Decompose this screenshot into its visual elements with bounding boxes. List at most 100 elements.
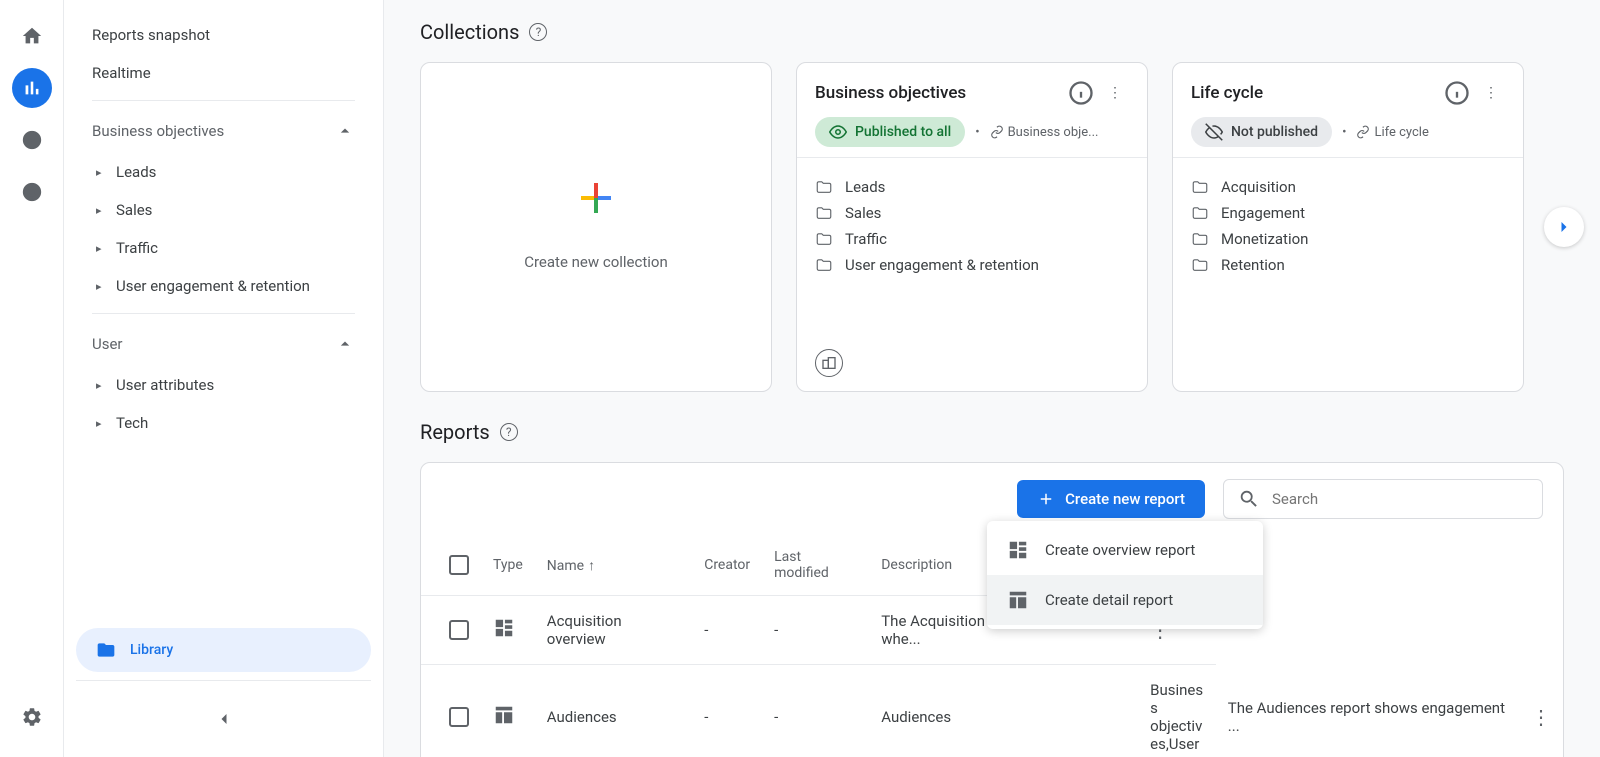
sidebar-group-business-objectives[interactable]: Business objectives (76, 109, 371, 153)
column-type[interactable]: Type (481, 535, 535, 596)
collection-title: Business objectives (815, 83, 966, 103)
explore-icon[interactable] (12, 120, 52, 160)
type-icon-overview (481, 596, 535, 665)
reports-card: Create new report Create overview report… (420, 462, 1564, 757)
link-icon (990, 125, 1004, 139)
more-vert-icon[interactable]: ⋮ (1101, 79, 1129, 107)
create-report-button[interactable]: Create new report (1017, 480, 1205, 518)
folder-item[interactable]: Monetization (1191, 226, 1505, 252)
folder-icon (1191, 230, 1209, 248)
advertising-icon[interactable] (12, 172, 52, 212)
chevron-left-icon (214, 709, 234, 729)
sidebar-item-user-engagement[interactable]: ▸User engagement & retention (76, 267, 371, 305)
dropdown-item-detail[interactable]: Create detail report (987, 575, 1263, 625)
home-icon[interactable] (12, 16, 52, 56)
status-chip-unpublished: Not published (1191, 117, 1332, 147)
cell-creator: - (692, 596, 762, 665)
search-input[interactable] (1272, 490, 1528, 508)
sidebar-group-label: Business objectives (92, 122, 224, 140)
collection-card-life-cycle: Life cycle ⋮ Not published • Life cycle (1172, 62, 1524, 392)
caret-right-icon: ▸ (96, 242, 104, 255)
collapse-sidebar-button[interactable] (76, 697, 371, 741)
eye-icon (829, 123, 847, 141)
chevron-up-icon (335, 121, 355, 141)
sidebar-item-reports-snapshot[interactable]: Reports snapshot (76, 16, 363, 54)
sidebar-group-user[interactable]: User (76, 322, 371, 366)
info-icon[interactable] (1443, 79, 1471, 107)
folder-item[interactable]: Leads (815, 174, 1129, 200)
cell-name: Acquisition overview (535, 596, 692, 665)
column-creator[interactable]: Creator (692, 535, 762, 596)
sidebar-item-sales[interactable]: ▸Sales (76, 191, 371, 229)
help-icon[interactable]: ? (529, 23, 547, 41)
folder-icon (96, 640, 116, 660)
main-content: Collections ? Create new collection Busi… (384, 0, 1600, 757)
create-collection-card[interactable]: Create new collection (420, 62, 772, 392)
folder-item[interactable]: Acquisition (1191, 174, 1505, 200)
plus-icon (1037, 490, 1055, 508)
help-icon[interactable]: ? (500, 423, 518, 441)
row-checkbox[interactable] (449, 707, 469, 727)
table-row[interactable]: Audiences - - Audiences Business objecti… (421, 665, 1563, 757)
sidebar-item-traffic[interactable]: ▸Traffic (76, 229, 371, 267)
sidebar-item-tech[interactable]: ▸Tech (76, 404, 371, 442)
collection-card-business-objectives: Business objectives ⋮ Published to all •… (796, 62, 1148, 392)
cell-template: Audiences (869, 665, 1138, 757)
collections-row: Create new collection Business objective… (420, 62, 1564, 392)
reports-title: Reports ? (420, 420, 1564, 444)
sidebar-item-leads[interactable]: ▸Leads (76, 153, 371, 191)
divider (92, 313, 355, 314)
folder-item[interactable]: User engagement & retention (815, 252, 1129, 278)
divider (76, 680, 371, 681)
folder-item[interactable]: Traffic (815, 226, 1129, 252)
folder-item[interactable]: Retention (1191, 252, 1505, 278)
detail-icon (1007, 589, 1029, 611)
reports-toolbar: Create new report Create overview report… (421, 463, 1563, 535)
column-last-modified[interactable]: Last modified (762, 535, 869, 596)
sidebar-item-user-attributes[interactable]: ▸User attributes (76, 366, 371, 404)
row-checkbox[interactable] (449, 620, 469, 640)
more-vert-icon[interactable]: ⋮ (1531, 705, 1551, 729)
next-collections-button[interactable] (1544, 207, 1584, 247)
folder-item[interactable]: Engagement (1191, 200, 1505, 226)
info-icon[interactable] (1067, 79, 1095, 107)
template-link[interactable]: Business obje... (990, 125, 1099, 140)
cell-name: Audiences (535, 665, 692, 757)
folder-icon (1191, 178, 1209, 196)
more-vert-icon[interactable]: ⋮ (1477, 79, 1505, 107)
caret-right-icon: ▸ (96, 204, 104, 217)
cell-creator: - (692, 665, 762, 757)
reports-icon[interactable] (12, 68, 52, 108)
status-chip-published: Published to all (815, 117, 965, 147)
sidebar-item-realtime[interactable]: Realtime (76, 54, 363, 92)
chevron-up-icon (335, 334, 355, 354)
folder-icon (815, 204, 833, 222)
folder-item[interactable]: Sales (815, 200, 1129, 226)
caret-right-icon: ▸ (96, 280, 104, 293)
folder-icon (815, 178, 833, 196)
cell-collection: Business objectives,User (1138, 665, 1216, 757)
folder-icon (1191, 204, 1209, 222)
settings-icon[interactable] (12, 697, 52, 737)
library-label: Library (130, 642, 173, 658)
dropdown-item-overview[interactable]: Create overview report (987, 525, 1263, 575)
create-collection-label: Create new collection (524, 253, 668, 271)
template-link[interactable]: Life cycle (1356, 125, 1428, 140)
chevron-right-icon (1554, 217, 1574, 237)
column-name[interactable]: Name↑ (535, 535, 692, 596)
caret-right-icon: ▸ (96, 379, 104, 392)
cell-last-modified: - (762, 665, 869, 757)
divider (92, 100, 355, 101)
create-report-dropdown: Create overview report Create detail rep… (987, 521, 1263, 629)
cell-last-modified: - (762, 596, 869, 665)
sort-up-icon: ↑ (588, 558, 595, 574)
folder-icon (1191, 256, 1209, 274)
sidebar-item-library[interactable]: Library (76, 628, 371, 672)
search-box[interactable] (1223, 479, 1543, 519)
collections-title: Collections ? (420, 20, 1564, 44)
select-all-checkbox[interactable] (449, 555, 469, 575)
collection-title: Life cycle (1191, 83, 1263, 103)
caret-right-icon: ▸ (96, 166, 104, 179)
search-icon (1238, 488, 1260, 510)
type-icon-detail (481, 665, 535, 757)
